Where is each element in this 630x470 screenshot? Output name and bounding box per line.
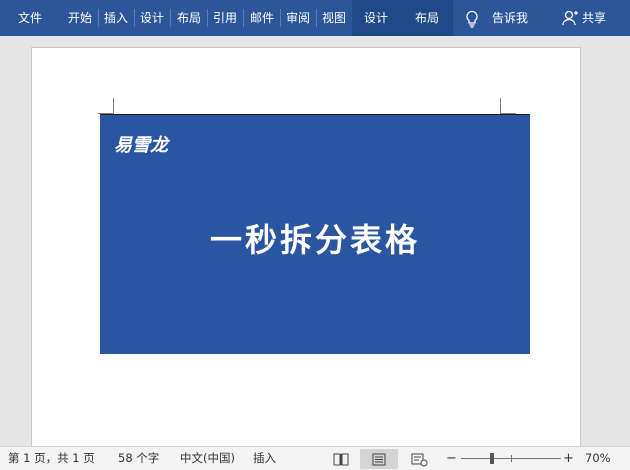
status-bar: 第 1 页，共 1 页 58 个字 中文(中国) 插入 − + 70% xyxy=(0,446,630,470)
read-mode-icon[interactable] xyxy=(322,449,360,469)
crop-mark xyxy=(500,98,501,114)
word-count[interactable]: 58 个字 xyxy=(118,447,159,470)
tab-references[interactable]: 引用 xyxy=(208,0,242,36)
table-border-line xyxy=(100,114,530,115)
zoom-in-button[interactable]: + xyxy=(563,447,574,470)
cover-banner-image[interactable]: 易雪龙 一秒拆分表格 xyxy=(100,114,530,354)
tab-insert[interactable]: 插入 xyxy=(99,0,133,36)
print-layout-icon[interactable] xyxy=(360,449,398,469)
tell-me-search[interactable]: 告诉我 xyxy=(488,0,532,36)
banner-title: 一秒拆分表格 xyxy=(209,221,420,259)
tab-review[interactable]: 审阅 xyxy=(281,0,315,36)
tab-file[interactable]: 文件 xyxy=(0,0,60,36)
ribbon: 文件 开始 插入 设计 布局 引用 邮件 审阅 视图 设计 布局 告诉我 共享 xyxy=(0,0,630,36)
tab-mailings[interactable]: 邮件 xyxy=(244,0,280,36)
zoom-slider-thumb[interactable] xyxy=(490,453,494,464)
tab-table-layout[interactable]: 布局 xyxy=(407,0,447,36)
share-button[interactable]: 共享 xyxy=(578,0,610,36)
lightbulb-icon[interactable] xyxy=(465,10,479,28)
web-layout-icon[interactable] xyxy=(400,449,438,469)
crop-mark xyxy=(113,98,114,114)
tab-design[interactable]: 设计 xyxy=(135,0,169,36)
zoom-slider-midpoint xyxy=(511,455,512,462)
tab-home[interactable]: 开始 xyxy=(62,0,98,36)
tab-layout[interactable]: 布局 xyxy=(171,0,207,36)
person-icon[interactable] xyxy=(562,10,578,26)
tab-table-design[interactable]: 设计 xyxy=(357,0,395,36)
language-indicator[interactable]: 中文(中国) xyxy=(180,447,235,470)
zoom-level[interactable]: 70% xyxy=(585,447,611,470)
zoom-out-button[interactable]: − xyxy=(446,447,457,470)
tab-view[interactable]: 视图 xyxy=(317,0,351,36)
page-count[interactable]: 第 1 页，共 1 页 xyxy=(8,447,95,470)
insert-mode[interactable]: 插入 xyxy=(253,447,276,470)
brand-logo: 易雪龙 xyxy=(114,135,168,156)
